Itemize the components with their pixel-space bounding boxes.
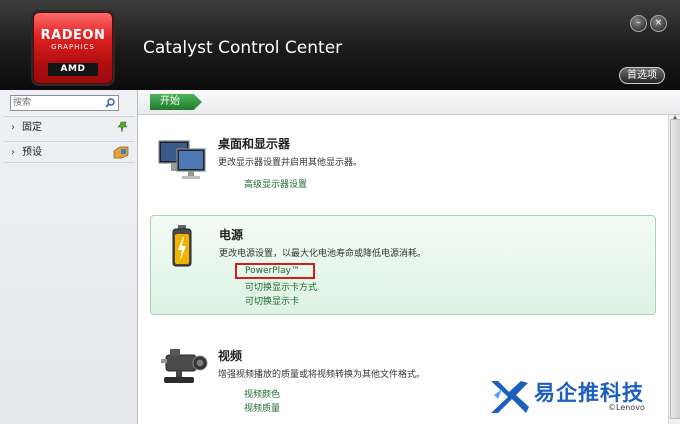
- watermark-logo-icon: [491, 381, 529, 413]
- chevron-right-icon: ›: [11, 147, 15, 158]
- sidebar-item-label: 预设: [22, 147, 42, 158]
- link-switchable-graphics-method[interactable]: 可切换显示卡方式: [245, 280, 317, 293]
- title-bar: RADEON GRAPHICS AMD Catalyst Control Cen…: [0, 0, 680, 90]
- section-title: 电源: [219, 228, 244, 242]
- video-camera-icon: [161, 349, 208, 383]
- section-power: 电源 更改电源设置，以最大化电池寿命或降低电源消耗。 PowerPlay™ 可切…: [150, 215, 656, 315]
- radeon-logo: RADEON GRAPHICS AMD: [33, 12, 113, 84]
- watermark-brand: ©Lenovo: [608, 403, 645, 412]
- preferences-button[interactable]: 首选项: [619, 67, 665, 84]
- monitors-icon: [158, 140, 206, 179]
- preset-tag-icon: [113, 146, 129, 159]
- sidebar: › 固定 › 预设: [0, 90, 138, 424]
- link-video-quality[interactable]: 视频质量: [244, 401, 280, 414]
- search-input[interactable]: [13, 96, 101, 110]
- section-desktop-displays: 桌面和显示器 更改显示器设置并启用其他显示器。 高级显示器设置: [150, 123, 656, 213]
- logo-line-3: AMD: [48, 63, 98, 76]
- sidebar-item-label: 固定: [22, 122, 42, 133]
- minimize-button[interactable]: –: [630, 15, 647, 32]
- breadcrumb-start[interactable]: 开始: [150, 94, 202, 110]
- scroll-thumb[interactable]: [670, 119, 680, 419]
- sidebar-item-pinned[interactable]: › 固定: [4, 116, 135, 138]
- battery-icon: [172, 225, 192, 267]
- logo-line-2: GRAPHICS: [51, 43, 95, 51]
- section-description: 增强视频播放的质量或将视频转换为其他文件格式。: [218, 370, 426, 380]
- link-switchable-graphics[interactable]: 可切换显示卡: [245, 294, 299, 307]
- pin-icon: [117, 121, 128, 133]
- watermark: 易企推科技 ©Lenovo: [488, 375, 678, 419]
- link-video-color[interactable]: 视频颜色: [244, 387, 280, 400]
- search-icon[interactable]: [105, 98, 115, 108]
- section-title: 视频: [218, 349, 243, 363]
- section-description: 更改电源设置，以最大化电池寿命或降低电源消耗。: [219, 249, 427, 259]
- breadcrumb: 开始: [138, 90, 680, 115]
- search-box: [10, 95, 119, 111]
- section-title: 桌面和显示器: [218, 137, 291, 151]
- section-description: 更改显示器设置并启用其他显示器。: [218, 158, 363, 168]
- logo-line-1: RADEON: [40, 28, 106, 43]
- link-powerplay[interactable]: PowerPlay™: [245, 266, 300, 276]
- app-title: Catalyst Control Center: [143, 38, 343, 58]
- sidebar-item-presets[interactable]: › 预设: [4, 141, 135, 163]
- chevron-right-icon: ›: [11, 122, 15, 133]
- link-advanced-display-settings[interactable]: 高级显示器设置: [244, 177, 307, 190]
- close-button[interactable]: ×: [650, 15, 667, 32]
